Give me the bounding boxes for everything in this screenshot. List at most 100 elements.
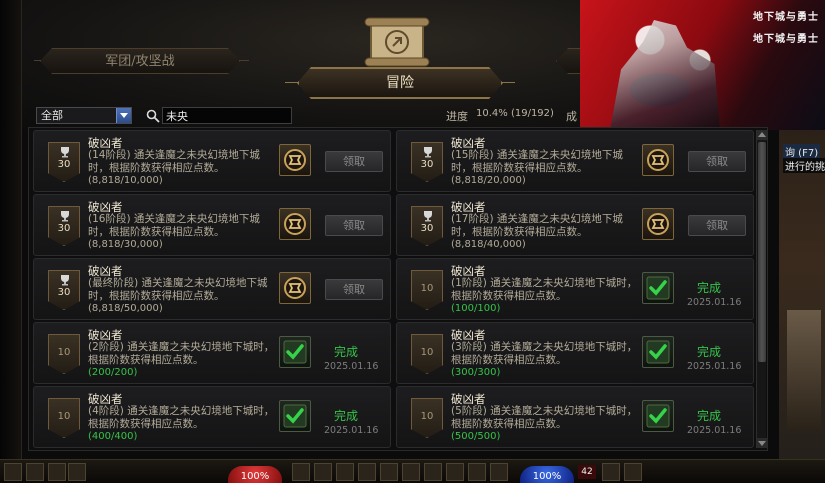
achievement-card: 10 破凶者 (3阶段) 通关逢魔之未央幻境地下城时，根据阶数获得相应点数。 (300…: [396, 322, 754, 384]
points-badge: 10: [48, 334, 80, 374]
complete-date: 2025.01.16: [687, 425, 742, 436]
bottom-hud: 100% 100% 42: [0, 459, 825, 483]
side-scenery: [787, 310, 821, 430]
scroll-icon: [364, 17, 430, 67]
points-value: 10: [57, 411, 71, 422]
side-hint-text: 询 (F7): [783, 144, 821, 159]
claim-button[interactable]: 领取: [325, 215, 383, 236]
banner-character-art: [610, 20, 720, 130]
reward-icon[interactable]: [642, 144, 674, 176]
skill-slot[interactable]: [424, 463, 442, 481]
category-select-value: 全部: [41, 109, 63, 122]
skill-slot[interactable]: [402, 463, 420, 481]
completed-reward: [642, 336, 674, 368]
skill-slot[interactable]: [380, 463, 398, 481]
hud-slot[interactable]: [624, 463, 642, 481]
achievement-progress: (300/300): [451, 367, 501, 378]
reward-icon[interactable]: [642, 208, 674, 240]
achievement-progress: (100/100): [451, 303, 501, 314]
search-input[interactable]: [162, 107, 292, 124]
list-scrollbar[interactable]: [756, 130, 767, 448]
checkmark-icon: [283, 340, 307, 364]
points-value: 30: [57, 287, 71, 298]
points-badge: 10: [48, 398, 80, 438]
background-game-view: 询 (F7) 进行的挑: [779, 130, 825, 460]
promo-banner[interactable]: 地下城与勇士 地下城与勇士: [580, 0, 825, 130]
hud-slot[interactable]: [48, 463, 66, 481]
claim-button[interactable]: 领取: [325, 279, 383, 300]
search-icon[interactable]: [146, 109, 160, 123]
hud-slot[interactable]: [68, 463, 86, 481]
skill-slot[interactable]: [358, 463, 376, 481]
points-value: 30: [57, 223, 71, 234]
complete-date: 2025.01.16: [687, 361, 742, 372]
scroll-down-icon[interactable]: [757, 438, 767, 448]
reward-icon[interactable]: [279, 208, 311, 240]
scroll-up-icon[interactable]: [757, 130, 767, 140]
points-badge: 10: [411, 398, 443, 438]
category-select[interactable]: 全部: [36, 107, 132, 124]
points-value: 10: [420, 347, 434, 358]
points-value: 10: [57, 347, 71, 358]
achievement-description: (15阶段) 通关逢魔之未央幻境地下城时，根据阶数获得相应点数。: [451, 149, 623, 174]
trophy-icon: [61, 275, 69, 286]
progress-value: 10.4% (19/192): [476, 108, 554, 119]
hud-slot[interactable]: [26, 463, 44, 481]
tab-legion-siege[interactable]: 军团/攻坚战: [40, 48, 240, 74]
achievement-progress: (8,818/10,000): [88, 175, 163, 186]
achievement-progress: (8,818/40,000): [451, 239, 526, 250]
points-badge: 30: [411, 142, 443, 182]
achievement-progress: (500/500): [451, 431, 501, 442]
achievement-card: 10 破凶者 (2阶段) 通关逢魔之未央幻境地下城时，根据阶数获得相应点数。 (200…: [33, 322, 391, 384]
achievement-progress: (400/400): [88, 431, 138, 442]
achievement-progress: (8,818/30,000): [88, 239, 163, 250]
emblem-icon: [284, 213, 306, 235]
achievement-description: (17阶段) 通关逢魔之未央幻境地下城时，根据阶数获得相应点数。: [451, 213, 623, 238]
banner-logo-bottom: 地下城与勇士: [753, 34, 819, 45]
hud-slot[interactable]: [4, 463, 22, 481]
chevron-down-icon[interactable]: [116, 108, 131, 123]
tab-adventure[interactable]: 冒险: [297, 67, 503, 99]
claim-button[interactable]: 领取: [688, 151, 746, 172]
left-frame-rail: [0, 0, 22, 483]
completed-reward: [642, 272, 674, 304]
complete-status: 完成: [697, 409, 722, 423]
hp-orb: 100%: [228, 466, 282, 483]
reward-icon[interactable]: [279, 144, 311, 176]
achievement-card: 30 破凶者 (14阶段) 通关逢魔之未央幻境地下城时，根据阶数获得相应点数。 (8,…: [33, 130, 391, 192]
progress-label: 进度: [446, 110, 468, 123]
claim-button[interactable]: 领取: [325, 151, 383, 172]
scroll-thumb[interactable]: [758, 142, 766, 362]
side-quest-text: 进行的挑: [783, 158, 825, 173]
points-badge: 30: [48, 270, 80, 310]
trophy-icon: [424, 147, 432, 158]
achievement-description: (2阶段) 通关逢魔之未央幻境地下城时，根据阶数获得相应点数。: [88, 341, 275, 366]
completed-reward: [279, 400, 311, 432]
skill-slot[interactable]: [490, 463, 508, 481]
skill-slot[interactable]: [336, 463, 354, 481]
achievement-card: 10 破凶者 (1阶段) 通关逢魔之未央幻境地下城时，根据阶数获得相应点数。 (100…: [396, 258, 754, 320]
points-badge: 10: [411, 334, 443, 374]
skill-slot[interactable]: [314, 463, 332, 481]
points-badge: 30: [48, 142, 80, 182]
hud-slot[interactable]: [602, 463, 620, 481]
reward-icon[interactable]: [279, 272, 311, 304]
points-value: 10: [420, 411, 434, 422]
skill-slot[interactable]: [292, 463, 310, 481]
achievement-description: (5阶段) 通关逢魔之未央幻境地下城时，根据阶数获得相应点数。: [451, 405, 638, 430]
achievement-card: 10 破凶者 (5阶段) 通关逢魔之未央幻境地下城时，根据阶数获得相应点数。 (500…: [396, 386, 754, 448]
emblem-icon: [284, 149, 306, 171]
achievement-description: (3阶段) 通关逢魔之未央幻境地下城时，根据阶数获得相应点数。: [451, 341, 638, 366]
points-badge: 30: [411, 206, 443, 246]
achievement-progress: (200/200): [88, 367, 138, 378]
complete-status: 完成: [697, 281, 722, 295]
skill-slot[interactable]: [468, 463, 486, 481]
claim-button[interactable]: 领取: [688, 215, 746, 236]
points-value: 30: [420, 223, 434, 234]
points-badge: 10: [411, 270, 443, 310]
complete-status: 完成: [334, 409, 359, 423]
skill-slot[interactable]: [446, 463, 464, 481]
complete-status: 完成: [697, 345, 722, 359]
points-value: 30: [57, 159, 71, 170]
complete-date: 2025.01.16: [324, 361, 379, 372]
